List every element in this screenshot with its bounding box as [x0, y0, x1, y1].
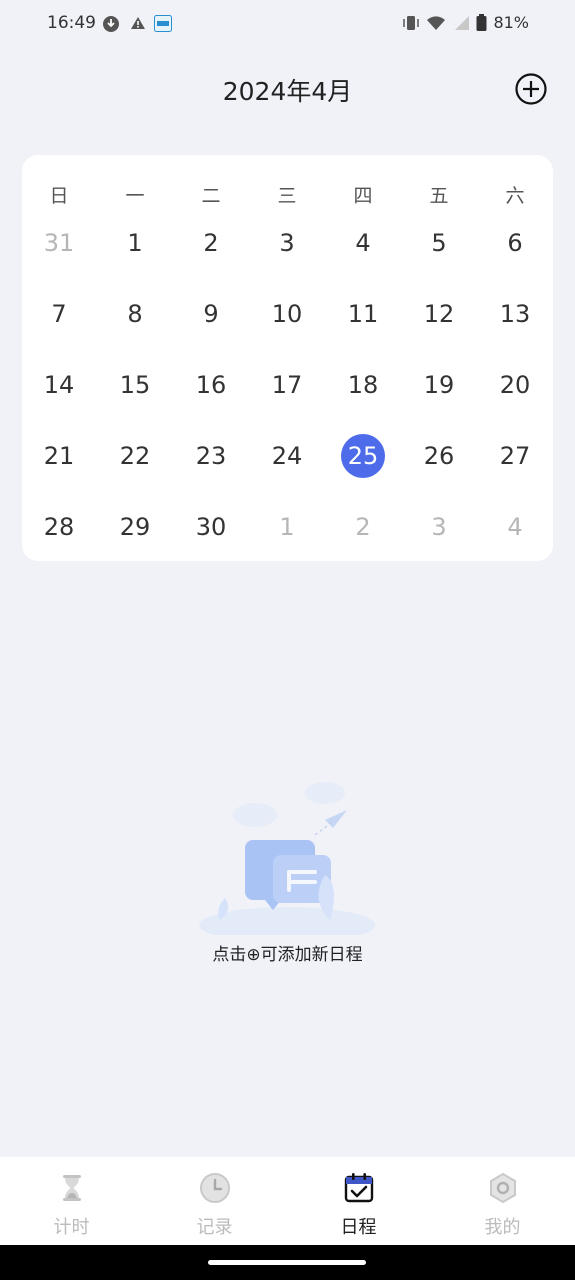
calendar-day[interactable]: 29	[110, 505, 160, 549]
calendar-day[interactable]: 24	[262, 434, 312, 478]
warning-icon	[131, 17, 145, 29]
calendar-day-selected[interactable]: 25	[338, 434, 388, 478]
battery-icon	[476, 14, 487, 31]
weekday-header: 五	[429, 185, 449, 207]
empty-hint-text: 点击⊕可添加新日程	[212, 945, 363, 965]
calendar-day[interactable]: 19	[414, 363, 464, 407]
calendar-day[interactable]: 10	[262, 292, 312, 336]
weekday-header: 日	[49, 185, 69, 207]
weekday-header: 二	[201, 185, 221, 207]
calendar-day[interactable]: 22	[110, 434, 160, 478]
calendar-card	[22, 155, 553, 561]
calendar-day[interactable]: 4	[338, 221, 388, 265]
bottom-tab-bar: 计时 记录 日程 我的	[0, 1157, 575, 1245]
tab-label: 记录	[196, 1217, 233, 1238]
calendar-day[interactable]: 5	[414, 221, 464, 265]
download-icon	[103, 16, 119, 32]
calendar-day[interactable]: 20	[490, 363, 540, 407]
app-notification-icon	[154, 15, 172, 32]
calendar-day[interactable]: 28	[34, 505, 84, 549]
calendar-day[interactable]: 1	[110, 221, 160, 265]
tab-mine[interactable]: 我的	[431, 1157, 574, 1245]
signal-icon	[455, 15, 470, 30]
calendar-day[interactable]: 1	[262, 505, 312, 549]
calendar-day[interactable]: 26	[414, 434, 464, 478]
calendar-day[interactable]: 3	[262, 221, 312, 265]
calendar-day[interactable]: 8	[110, 292, 160, 336]
calendar-day[interactable]: 30	[186, 505, 236, 549]
calendar-day[interactable]: 31	[34, 221, 84, 265]
calendar-day[interactable]: 7	[34, 292, 84, 336]
calendar-day[interactable]: 16	[186, 363, 236, 407]
calendar-day[interactable]: 15	[110, 363, 160, 407]
month-title[interactable]: 2024年4月	[0, 72, 575, 108]
tab-label: 日程	[340, 1217, 377, 1238]
wifi-icon	[427, 15, 446, 30]
calendar-day[interactable]: 14	[34, 363, 84, 407]
calendar-check-icon	[344, 1173, 373, 1203]
clock-icon	[199, 1173, 230, 1203]
calendar-day[interactable]: 13	[490, 292, 540, 336]
calendar-day[interactable]: 12	[414, 292, 464, 336]
vibrate-icon	[403, 15, 420, 30]
calendar-day[interactable]: 6	[490, 221, 540, 265]
weekday-header: 三	[277, 185, 297, 207]
system-nav-bar	[0, 1245, 575, 1280]
calendar-day[interactable]: 23	[186, 434, 236, 478]
calendar-day[interactable]: 18	[338, 363, 388, 407]
calendar-day[interactable]: 2	[338, 505, 388, 549]
calendar-day[interactable]: 3	[414, 505, 464, 549]
calendar-day[interactable]: 9	[186, 292, 236, 336]
weekday-header: 四	[353, 185, 373, 207]
status-time: 16:49	[47, 13, 96, 33]
tab-label: 计时	[53, 1217, 90, 1238]
calendar-day[interactable]: 21	[34, 434, 84, 478]
tab-records[interactable]: 记录	[143, 1157, 286, 1245]
status-bar: 16:49 81%	[0, 0, 575, 48]
status-indicators: 81%	[402, 13, 529, 32]
tab-schedule[interactable]: 日程	[287, 1157, 430, 1245]
calendar-day[interactable]: 2	[186, 221, 236, 265]
plus-circle-icon[interactable]	[514, 72, 548, 106]
tab-label: 我的	[484, 1217, 521, 1238]
weekday-header: 一	[125, 185, 145, 207]
calendar-day[interactable]: 4	[490, 505, 540, 549]
calendar-day[interactable]: 17	[262, 363, 312, 407]
home-gesture-handle[interactable]	[208, 1260, 366, 1265]
empty-schedule-illustration	[199, 782, 375, 935]
calendar-day[interactable]: 11	[338, 292, 388, 336]
hexagon-settings-icon	[489, 1172, 516, 1204]
calendar-day[interactable]: 27	[490, 434, 540, 478]
hourglass-icon	[62, 1175, 81, 1201]
weekday-header: 六	[505, 185, 525, 207]
battery-percent: 81%	[493, 13, 529, 32]
tab-timer[interactable]: 计时	[0, 1157, 143, 1245]
